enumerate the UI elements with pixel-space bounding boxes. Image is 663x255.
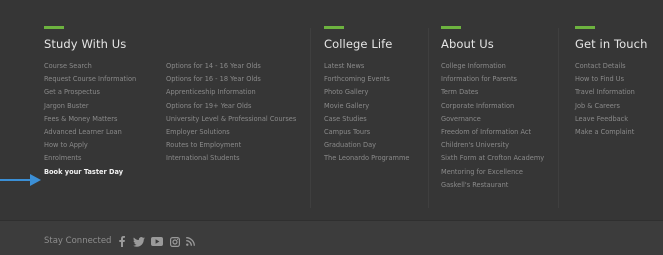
accent-bar <box>575 26 595 29</box>
footer-link-options-19-plus[interactable]: Options for 19+ Year Olds <box>166 100 296 113</box>
footer-link-latest-news[interactable]: Latest News <box>324 60 409 73</box>
footer-link-routes-to-employment[interactable]: Routes to Employment <box>166 139 296 152</box>
footer-link-gaskells-restaurant[interactable]: Gaskell's Restaurant <box>441 179 544 192</box>
footer-link-request-course-information[interactable]: Request Course Information <box>44 73 136 86</box>
footer-link-get-a-prospectus[interactable]: Get a Prospectus <box>44 86 136 99</box>
footer-link-options-16-18[interactable]: Options for 16 - 18 Year Olds <box>166 73 296 86</box>
footer-link-forthcoming-events[interactable]: Forthcoming Events <box>324 73 409 86</box>
column-divider <box>558 28 559 208</box>
rss-icon[interactable] <box>185 236 195 247</box>
footer-link-governance[interactable]: Governance <box>441 113 544 126</box>
column-title: College Life <box>324 37 393 51</box>
footer-link-options-14-16[interactable]: Options for 14 - 16 Year Olds <box>166 60 296 73</box>
footer-link-book-taster-day[interactable]: Book your Taster Day <box>44 166 136 179</box>
stay-connected-label: Stay Connected <box>44 236 112 246</box>
footer-link-fees-money-matters[interactable]: Fees & Money Matters <box>44 113 136 126</box>
link-list: Latest News Forthcoming Events Photo Gal… <box>324 60 409 166</box>
footer-link-term-dates[interactable]: Term Dates <box>441 86 544 99</box>
footer-link-university-level-courses[interactable]: University Level & Professional Courses <box>166 113 296 126</box>
footer-link-childrens-university[interactable]: Children's University <box>441 139 544 152</box>
footer-link-course-search[interactable]: Course Search <box>44 60 136 73</box>
footer-link-freedom-of-information[interactable]: Freedom of Information Act <box>441 126 544 139</box>
twitter-icon[interactable] <box>132 236 145 247</box>
footer-link-campus-tours[interactable]: Campus Tours <box>324 126 409 139</box>
instagram-icon[interactable] <box>169 236 180 247</box>
link-list: Options for 14 - 16 Year Olds Options fo… <box>166 60 296 166</box>
footer-link-information-for-parents[interactable]: Information for Parents <box>441 73 544 86</box>
accent-bar <box>44 26 64 29</box>
column-title: Get in Touch <box>575 37 648 51</box>
facebook-icon[interactable] <box>118 236 126 247</box>
link-list: Course Search Request Course Information… <box>44 60 136 179</box>
footer-link-leave-feedback[interactable]: Leave Feedback <box>575 113 635 126</box>
accent-bar <box>324 26 344 29</box>
footer-link-job-careers[interactable]: Job & Careers <box>575 100 635 113</box>
link-list: Contact Details How to Find Us Travel In… <box>575 60 635 139</box>
footer-link-jargon-buster[interactable]: Jargon Buster <box>44 100 136 113</box>
footer-link-photo-gallery[interactable]: Photo Gallery <box>324 86 409 99</box>
accent-bar <box>441 26 461 29</box>
footer-link-how-to-find-us[interactable]: How to Find Us <box>575 73 635 86</box>
footer-link-how-to-apply[interactable]: How to Apply <box>44 139 136 152</box>
footer-link-travel-information[interactable]: Travel Information <box>575 86 635 99</box>
footer-link-make-a-complaint[interactable]: Make a Complaint <box>575 126 635 139</box>
column-title: About Us <box>441 37 494 51</box>
column-divider <box>428 28 429 208</box>
column-divider <box>310 28 311 208</box>
footer-link-graduation-day[interactable]: Graduation Day <box>324 139 409 152</box>
link-list: College Information Information for Pare… <box>441 60 544 192</box>
footer-link-international-students[interactable]: International Students <box>166 152 296 165</box>
footer-link-enrolments[interactable]: Enrolments <box>44 152 136 165</box>
footer-link-apprenticeship-information[interactable]: Apprenticeship Information <box>166 86 296 99</box>
footer-link-employer-solutions[interactable]: Employer Solutions <box>166 126 296 139</box>
footer-link-leonardo-programme[interactable]: The Leonardo Programme <box>324 152 409 165</box>
footer-link-advanced-learner-loan[interactable]: Advanced Learner Loan <box>44 126 136 139</box>
footer-bottom-bar: Stay Connected <box>0 220 663 255</box>
footer-link-case-studies[interactable]: Case Studies <box>324 113 409 126</box>
footer-link-corporate-information[interactable]: Corporate Information <box>441 100 544 113</box>
footer-link-college-information[interactable]: College Information <box>441 60 544 73</box>
arrow-right-icon <box>0 174 41 186</box>
youtube-icon[interactable] <box>150 236 163 247</box>
footer-link-contact-details[interactable]: Contact Details <box>575 60 635 73</box>
column-title: Study With Us <box>44 37 127 51</box>
footer-link-sixth-form-crofton[interactable]: Sixth Form at Crofton Academy <box>441 152 544 165</box>
footer-link-mentoring-for-excellence[interactable]: Mentoring for Excellence <box>441 166 544 179</box>
footer-link-movie-gallery[interactable]: Movie Gallery <box>324 100 409 113</box>
footer-main: Study With Us Course Search Request Cour… <box>0 0 663 220</box>
